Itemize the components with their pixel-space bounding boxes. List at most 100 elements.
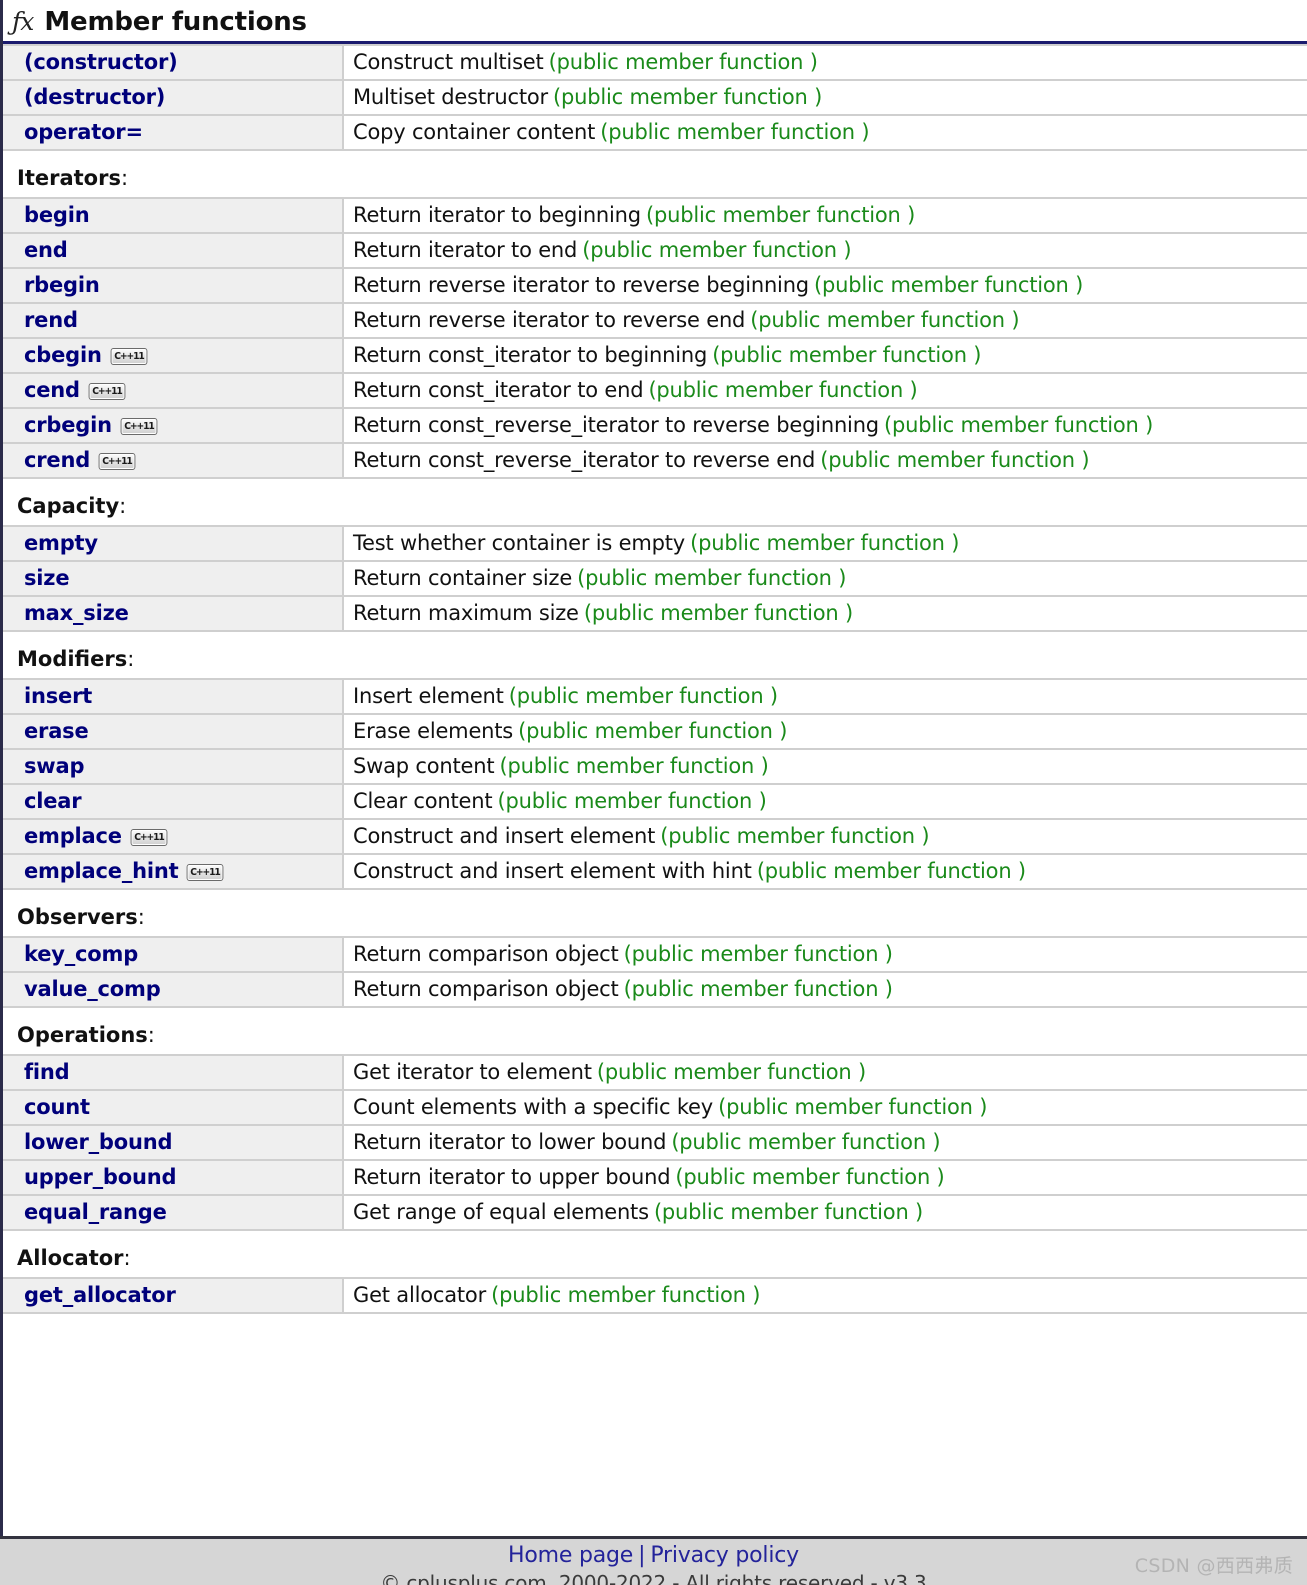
- cpp11-badge-icon: C++11: [98, 452, 136, 470]
- function-kind-label: (public member function ): [820, 447, 1090, 472]
- cpp11-badge-icon: C++11: [88, 382, 126, 400]
- section-heading-allocator: Allocator:: [3, 1231, 1307, 1277]
- table-row: value_comp Return comparison object (publ…: [3, 971, 1307, 1008]
- section-heading-label: Modifiers: [17, 646, 128, 671]
- function-description-cell: Get range of equal elements (public memb…: [343, 1194, 1307, 1231]
- cpp11-badge-icon: C++11: [120, 417, 158, 435]
- function-link[interactable]: upper_bound: [24, 1165, 177, 1189]
- function-link[interactable]: (destructor): [24, 85, 165, 109]
- sections-container: (constructor) Construct multiset (public …: [3, 43, 1307, 1314]
- function-link[interactable]: lower_bound: [24, 1130, 173, 1154]
- table-row: key_comp Return comparison object (public…: [3, 935, 1307, 973]
- function-kind-label: (public member function ): [583, 600, 853, 625]
- function-link[interactable]: emplace: [24, 824, 122, 848]
- function-description: Return reverse iterator to reverse end: [353, 307, 746, 332]
- function-description: Return iterator to upper bound: [353, 1164, 671, 1189]
- function-link[interactable]: empty: [24, 531, 98, 555]
- function-link[interactable]: cend: [24, 378, 80, 402]
- function-kind-label: (public member function ): [718, 1094, 988, 1119]
- function-description-cell: Return comparison object (public member …: [343, 971, 1307, 1008]
- function-kind-label: (public member function ): [491, 1282, 761, 1307]
- function-description: Return const_reverse_iterator to reverse…: [353, 447, 816, 472]
- cpp11-badge-icon: C++11: [187, 863, 224, 881]
- table-row: cend C++11 Return const_iterator to end (p…: [3, 372, 1307, 409]
- function-link[interactable]: swap: [24, 754, 85, 778]
- function-table-observers: key_comp Return comparison object (public…: [3, 935, 1307, 1008]
- function-kind-label: (public member function ): [646, 202, 916, 227]
- function-description: Return iterator to end: [353, 237, 578, 262]
- function-link[interactable]: erase: [24, 719, 89, 743]
- function-link[interactable]: clear: [24, 789, 82, 813]
- function-kind-label: (public member function ): [499, 753, 769, 778]
- function-description-cell: Swap content (public member function ): [343, 748, 1307, 785]
- privacy-policy-link[interactable]: Privacy policy: [650, 1543, 799, 1568]
- function-link[interactable]: get_allocator: [24, 1283, 176, 1307]
- cpp11-badge-icon: C++11: [130, 828, 168, 846]
- function-link[interactable]: operator=: [24, 120, 143, 144]
- function-kind-label: (public member function ): [712, 342, 982, 367]
- table-row: upper_bound Return iterator to upper boun…: [3, 1159, 1307, 1196]
- function-description-cell: Construct and insert element with hint (…: [343, 853, 1307, 890]
- function-kind-label: (public member function ): [814, 272, 1084, 297]
- home-page-link[interactable]: Home page: [508, 1543, 633, 1568]
- function-description: Construct and insert element with hint: [353, 858, 752, 883]
- section-heading-colon: :: [127, 646, 135, 671]
- function-link[interactable]: find: [24, 1060, 70, 1084]
- function-description-cell: Return iterator to end (public member fu…: [343, 232, 1307, 269]
- function-description-cell: Return const_reverse_iterator to reverse…: [343, 407, 1307, 444]
- function-link[interactable]: equal_range: [24, 1200, 167, 1224]
- function-name-cell: crend C++11: [3, 442, 344, 479]
- function-table-capacity: empty Test whether container is empty (pu…: [3, 524, 1307, 632]
- function-link[interactable]: insert: [24, 684, 92, 708]
- function-name-cell: swap: [3, 748, 344, 785]
- function-link[interactable]: count: [24, 1095, 90, 1119]
- function-kind-label: (public member function ): [671, 1129, 941, 1154]
- function-description: Construct and insert element: [353, 823, 656, 848]
- table-row: insert Insert element (public member func…: [3, 677, 1307, 715]
- table-row: rend Return reverse iterator to reverse e…: [3, 302, 1307, 339]
- function-description: Return const_reverse_iterator to reverse…: [353, 412, 879, 437]
- function-link[interactable]: rbegin: [24, 273, 100, 297]
- function-link[interactable]: end: [24, 238, 68, 262]
- table-row: clear Clear content (public member functi…: [3, 783, 1307, 820]
- function-link[interactable]: max_size: [24, 601, 129, 625]
- section-heading-modifiers: Modifiers:: [3, 632, 1307, 678]
- function-description: Return comparison object: [353, 941, 619, 966]
- function-kind-label: (public member function ): [648, 377, 918, 402]
- function-description: Get iterator to element: [353, 1059, 592, 1084]
- function-description-cell: Return iterator to upper bound (public m…: [343, 1159, 1307, 1196]
- table-row: begin Return iterator to beginning (publi…: [3, 196, 1307, 234]
- function-description: Return iterator to beginning: [353, 202, 641, 227]
- function-link[interactable]: crend: [24, 448, 90, 472]
- function-description: Clear content: [353, 788, 493, 813]
- function-table-iterators: begin Return iterator to beginning (publi…: [3, 196, 1307, 479]
- section-heading-observers: Observers:: [3, 890, 1307, 936]
- function-description-cell: Count elements with a specific key (publ…: [343, 1089, 1307, 1126]
- function-link[interactable]: begin: [24, 203, 90, 227]
- function-link[interactable]: value_comp: [24, 977, 161, 1001]
- section-heading-colon: :: [137, 904, 145, 929]
- table-row: size Return container size (public member…: [3, 560, 1307, 597]
- function-name-cell: (destructor): [3, 79, 344, 116]
- function-link[interactable]: key_comp: [24, 942, 138, 966]
- section-heading-label: Iterators: [17, 165, 121, 190]
- function-name-cell: key_comp: [3, 935, 344, 973]
- function-link[interactable]: cbegin: [24, 343, 102, 367]
- function-name-cell: rend: [3, 302, 344, 339]
- section-heading-capacity: Capacity:: [3, 479, 1307, 525]
- function-link[interactable]: emplace_hint: [24, 859, 179, 883]
- function-link[interactable]: size: [24, 566, 70, 590]
- table-row: count Count elements with a specific key …: [3, 1089, 1307, 1126]
- function-kind-label: (public member function ): [750, 307, 1020, 332]
- function-link[interactable]: crbegin: [24, 413, 112, 437]
- function-description-cell: Return reverse iterator to reverse end (…: [343, 302, 1307, 339]
- section-heading-label: Observers: [17, 904, 138, 929]
- function-kind-label: (public member function ): [518, 718, 788, 743]
- function-link[interactable]: rend: [24, 308, 78, 332]
- function-kind-label: (public member function ): [690, 530, 960, 555]
- function-name-cell: size: [3, 560, 344, 597]
- function-link[interactable]: (constructor): [24, 50, 178, 74]
- function-kind-label: (public member function ): [675, 1164, 945, 1189]
- function-description-cell: Return iterator to beginning (public mem…: [343, 196, 1307, 234]
- table-row: emplace C++11 Construct and insert element…: [3, 818, 1307, 855]
